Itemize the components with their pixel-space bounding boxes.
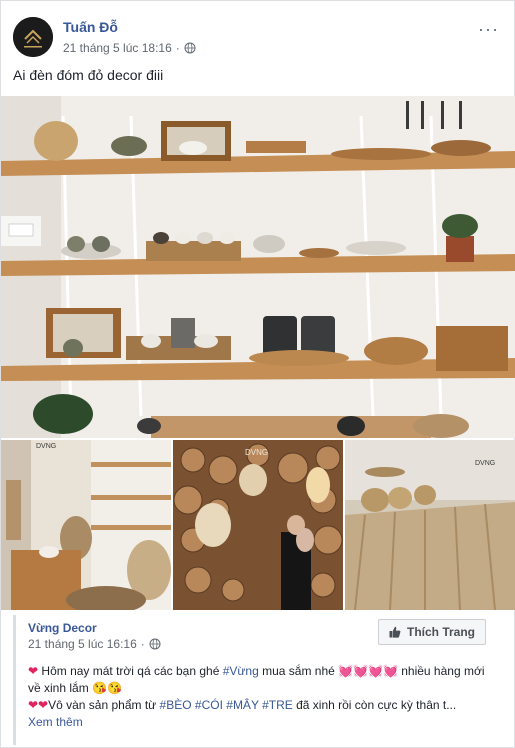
shared-post-timestamp[interactable]: 21 tháng 5 lúc 16:16 <box>28 637 137 651</box>
post-card: Tuấn Đỗ 21 tháng 5 lúc 18:16 · ··· Ai đè… <box>0 0 515 748</box>
post-meta: 21 tháng 5 lúc 18:16 · <box>63 41 196 55</box>
thumb3-watermark: DVNG <box>475 460 495 467</box>
heart-icon: ❤❤ <box>28 698 49 712</box>
thumb2-watermark: DVNG <box>245 448 268 457</box>
post-timestamp[interactable]: 21 tháng 5 lúc 18:16 <box>63 41 172 55</box>
globe-icon <box>149 638 161 650</box>
shared-page-name[interactable]: Vừng Decor <box>28 621 97 635</box>
thumb-photo-wood-wall[interactable]: DVNG <box>173 440 343 610</box>
hashtag-tre[interactable]: #TRE <box>262 698 293 712</box>
hashtag-vung[interactable]: #Vừng <box>223 664 259 678</box>
line2-end: đã xinh rồi còn cực kỳ thân t... <box>292 698 457 712</box>
line2-start: Vô vàn sản phẩm từ <box>48 698 160 712</box>
thumb1-watermark: DVNG <box>36 443 56 450</box>
line1-start: Hôm nay mát trời qá các bạn ghé <box>41 664 223 678</box>
author-name[interactable]: Tuấn Đỗ <box>63 19 118 35</box>
see-more-link[interactable]: Xem thêm <box>28 714 490 731</box>
hashtag-coi[interactable]: #CÓI <box>195 698 223 712</box>
author-avatar[interactable] <box>13 17 53 57</box>
post-caption: Ai đèn đóm đỏ decor điii <box>13 67 164 83</box>
main-photo[interactable] <box>1 96 515 438</box>
thumbs-up-icon <box>389 626 401 638</box>
heart-icon: ❤ <box>28 664 39 678</box>
shared-post-line-2: ❤❤Vô vàn sản phẩm từ #BÈO #CÓI #MÂY #TRE… <box>28 697 490 714</box>
hashtag-beo[interactable]: #BÈO <box>160 698 192 712</box>
shared-post-line-1: ❤ Hôm nay mát trời qá các bạn ghé #Vừng … <box>28 663 490 697</box>
thumb-photo-rug[interactable]: DVNG <box>345 440 515 610</box>
post-header: Tuấn Đỗ 21 tháng 5 lúc 18:16 · ··· <box>13 13 503 57</box>
thumb-photo-store-corner[interactable]: DVNG <box>1 440 171 610</box>
shared-post-text: ❤ Hôm nay mát trời qá các bạn ghé #Vừng … <box>28 663 490 731</box>
like-page-label: Thích Trang <box>406 625 475 639</box>
more-icon[interactable]: ··· <box>478 19 499 40</box>
hashtag-may[interactable]: #MÂY <box>226 698 258 712</box>
line1-mid: mua sắm nhé <box>258 664 339 678</box>
heart-icon: 💓💓💓💓 <box>338 664 398 678</box>
meta-separator: · <box>140 637 145 651</box>
shared-post-meta: 21 tháng 5 lúc 16:16 · <box>28 637 161 651</box>
kiss-emoji-icon: 😘😘 <box>92 681 122 695</box>
meta-separator: · <box>175 41 180 55</box>
globe-icon <box>184 42 196 54</box>
like-page-button[interactable]: Thích Trang <box>377 619 486 645</box>
shared-post: Vừng Decor 21 tháng 5 lúc 16:16 · Thích … <box>13 615 504 745</box>
